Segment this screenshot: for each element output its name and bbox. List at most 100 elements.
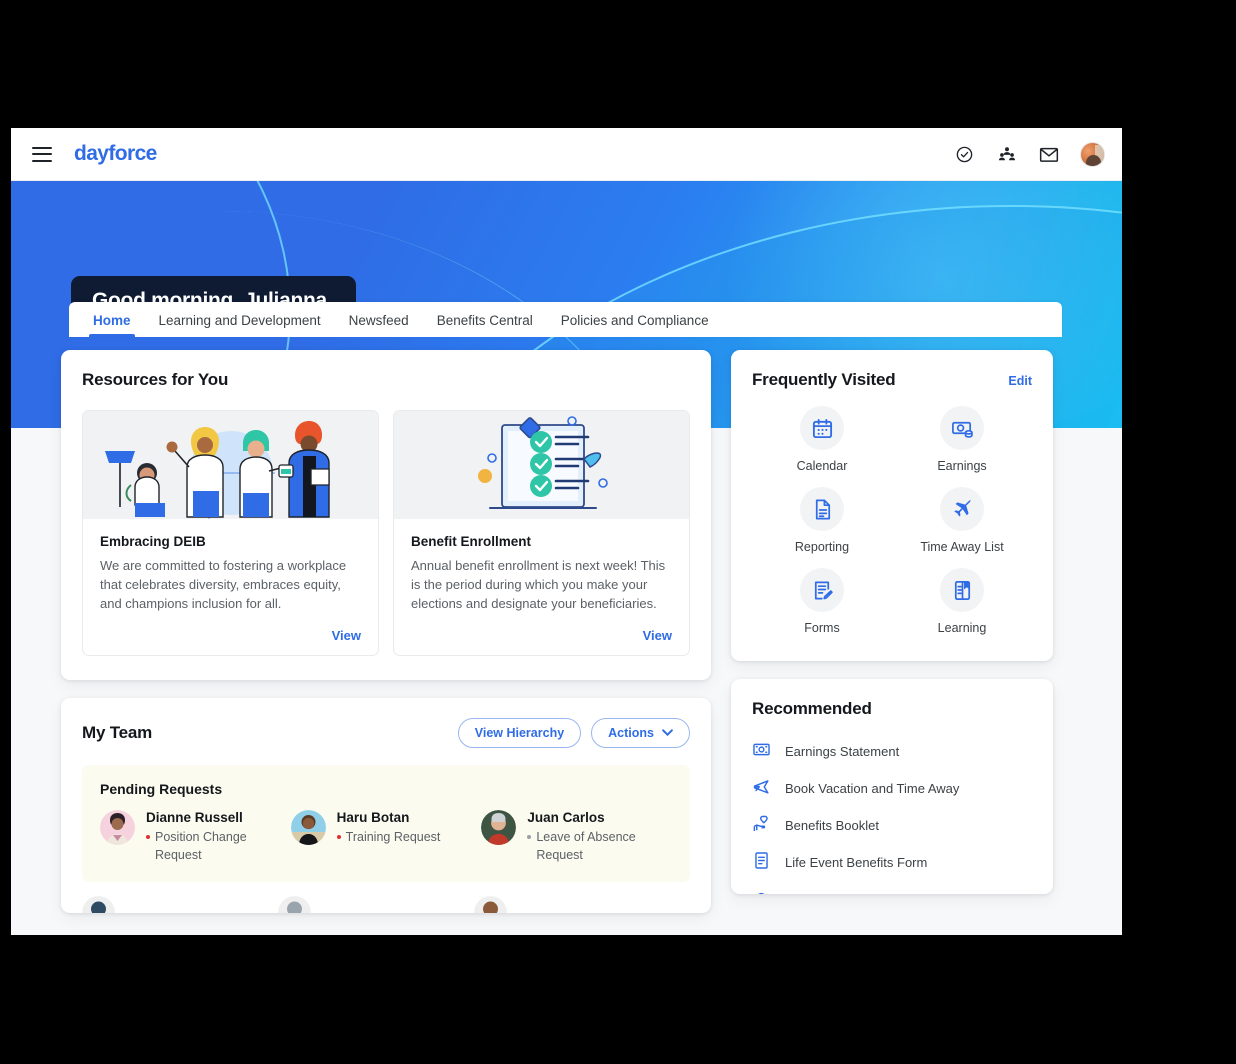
- view-hierarchy-button[interactable]: View Hierarchy: [457, 717, 582, 748]
- request-person-name: Dianne Russell: [146, 809, 243, 825]
- people-group-icon[interactable]: [996, 144, 1017, 165]
- resource-card-heading: Embracing DEIB: [100, 534, 206, 549]
- right-column: Frequently Visited Edit Calendar Earning…: [731, 350, 1053, 913]
- cloud-share-icon: [752, 888, 771, 894]
- recommended-item-company-sharepoint[interactable]: Company Sharepoint: [752, 881, 1032, 894]
- tab-learning-and-development[interactable]: Learning and Development: [145, 313, 335, 337]
- avatar: [100, 809, 135, 845]
- request-person-name: Haru Botan: [336, 809, 410, 825]
- diverse-team-illustration: [83, 411, 378, 519]
- mail-envelope-icon[interactable]: [1038, 144, 1059, 165]
- tab-benefits-central[interactable]: Benefits Central: [423, 313, 547, 337]
- tab-policies-and-compliance[interactable]: Policies and Compliance: [547, 313, 723, 337]
- resource-card-benefit-enrollment[interactable]: Benefit Enrollment Annual benefit enroll…: [393, 410, 690, 656]
- frequently-visited-label: Learning: [937, 621, 987, 635]
- my-team-title: My Team: [82, 722, 153, 742]
- frequently-visited-label: Forms: [804, 621, 840, 635]
- recommended-label: Life Event Benefits Form: [785, 855, 928, 870]
- recommended-item-life-event-benefits-form[interactable]: Life Event Benefits Form: [752, 844, 1032, 881]
- request-type: Leave of Absence Request: [527, 828, 672, 864]
- recommended-item-earnings-statement[interactable]: Earnings Statement: [752, 733, 1032, 770]
- airplane-icon: [940, 487, 984, 531]
- checklist-clipboard-illustration: [394, 411, 689, 519]
- recommended-item-benefits-booklet[interactable]: Benefits Booklet: [752, 807, 1032, 844]
- form-pencil-icon: [800, 568, 844, 612]
- view-hierarchy-label: View Hierarchy: [474, 725, 565, 740]
- recommended-item-book-vacation[interactable]: Book Vacation and Time Away: [752, 770, 1032, 807]
- recommended-label: Company Sharepoint: [785, 892, 907, 894]
- tasks-check-icon[interactable]: [954, 144, 975, 165]
- recommended-title: Recommended: [752, 699, 872, 718]
- frequently-visited-label: Time Away List: [920, 540, 1004, 554]
- frequently-visited-label: Earnings: [937, 459, 987, 473]
- avatar: [474, 895, 507, 913]
- status-dot-icon: [527, 834, 532, 839]
- frequently-visited-title: Frequently Visited: [752, 370, 896, 389]
- hamburger-menu-icon[interactable]: [32, 146, 52, 162]
- airplane-icon: [752, 777, 771, 801]
- avatar: [481, 809, 517, 845]
- frequently-visited-card: Frequently Visited Edit Calendar Earning…: [731, 350, 1053, 661]
- top-navigation-bar: dayforce: [11, 128, 1122, 181]
- edit-button[interactable]: Edit: [1008, 374, 1032, 388]
- request-type-label: Leave of Absence Request: [536, 829, 636, 862]
- money-coins-icon: [940, 406, 984, 450]
- form-document-icon: [752, 851, 771, 875]
- app-window: dayforce Search Dayforce Good morning, J…: [11, 128, 1122, 935]
- document-report-icon: [800, 487, 844, 531]
- list-item[interactable]: Juan Carlos Leave of Absence Request: [481, 809, 672, 864]
- top-bar-actions: [954, 128, 1105, 181]
- frequently-visited-item-forms[interactable]: Forms: [762, 568, 882, 635]
- left-column: Resources for You Embracing DEIB We are …: [61, 350, 711, 913]
- calendar-icon: [800, 406, 844, 450]
- resource-card-body: Annual benefit enrollment is next week! …: [411, 558, 666, 611]
- frequently-visited-item-time-away-list[interactable]: Time Away List: [902, 487, 1022, 554]
- recommended-label: Earnings Statement: [785, 744, 900, 759]
- request-type: Position Change Request: [146, 828, 291, 864]
- recommended-label: Benefits Booklet: [785, 818, 879, 833]
- list-item[interactable]: [474, 895, 670, 913]
- resource-card-body: We are committed to fostering a workplac…: [100, 558, 347, 611]
- book-bookmark-icon: [940, 568, 984, 612]
- dayforce-logo[interactable]: dayforce: [74, 142, 157, 166]
- list-item[interactable]: [278, 895, 474, 913]
- actions-label: Actions: [608, 725, 654, 740]
- request-type-label: Training Request: [345, 829, 441, 844]
- avatar[interactable]: [1080, 142, 1105, 167]
- frequently-visited-item-learning[interactable]: Learning: [902, 568, 1022, 635]
- hand-heart-icon: [752, 814, 771, 838]
- resources-for-you-card: Resources for You Embracing DEIB We are …: [61, 350, 711, 680]
- pending-requests-row: Dianne Russell Position Change Request H…: [100, 809, 672, 864]
- list-item[interactable]: [82, 895, 278, 913]
- team-members-row: [82, 895, 690, 913]
- list-item[interactable]: Dianne Russell Position Change Request: [100, 809, 291, 864]
- status-dot-icon: [336, 834, 341, 839]
- recommended-label: Book Vacation and Time Away: [785, 781, 960, 796]
- pending-requests-section: Pending Requests Dianne Russell Position…: [82, 764, 690, 882]
- tab-home[interactable]: Home: [79, 313, 145, 337]
- request-type-label: Position Change Request: [155, 829, 247, 862]
- list-item[interactable]: Haru Botan Training Request: [290, 809, 482, 864]
- frequently-visited-label: Reporting: [794, 540, 850, 554]
- resource-card-heading: Benefit Enrollment: [411, 534, 532, 549]
- resource-view-link[interactable]: View: [411, 628, 672, 643]
- tab-newsfeed[interactable]: Newsfeed: [335, 313, 423, 337]
- recommended-card: Recommended Earnings Statement Book Vaca…: [731, 679, 1053, 894]
- main-content: Resources for You Embracing DEIB We are …: [11, 350, 1122, 913]
- resource-view-link[interactable]: View: [100, 628, 361, 643]
- resource-card-deib[interactable]: Embracing DEIB We are committed to foste…: [82, 410, 379, 656]
- status-dot-icon: [146, 834, 150, 839]
- avatar: [82, 895, 115, 913]
- request-person-name: Juan Carlos: [527, 809, 605, 825]
- avatar: [290, 809, 326, 845]
- page-title: Resources for You: [82, 370, 229, 389]
- frequently-visited-item-earnings[interactable]: Earnings: [902, 406, 1022, 473]
- my-team-card: My Team View Hierarchy Actions Pending R…: [61, 697, 711, 913]
- frequently-visited-item-calendar[interactable]: Calendar: [762, 406, 882, 473]
- request-type: Training Request: [336, 828, 441, 846]
- page-tabs: Home Learning and Development Newsfeed B…: [69, 302, 1062, 337]
- avatar: [278, 895, 311, 913]
- chevron-down-icon: [662, 729, 673, 737]
- actions-button[interactable]: Actions: [591, 717, 690, 748]
- frequently-visited-item-reporting[interactable]: Reporting: [762, 487, 882, 554]
